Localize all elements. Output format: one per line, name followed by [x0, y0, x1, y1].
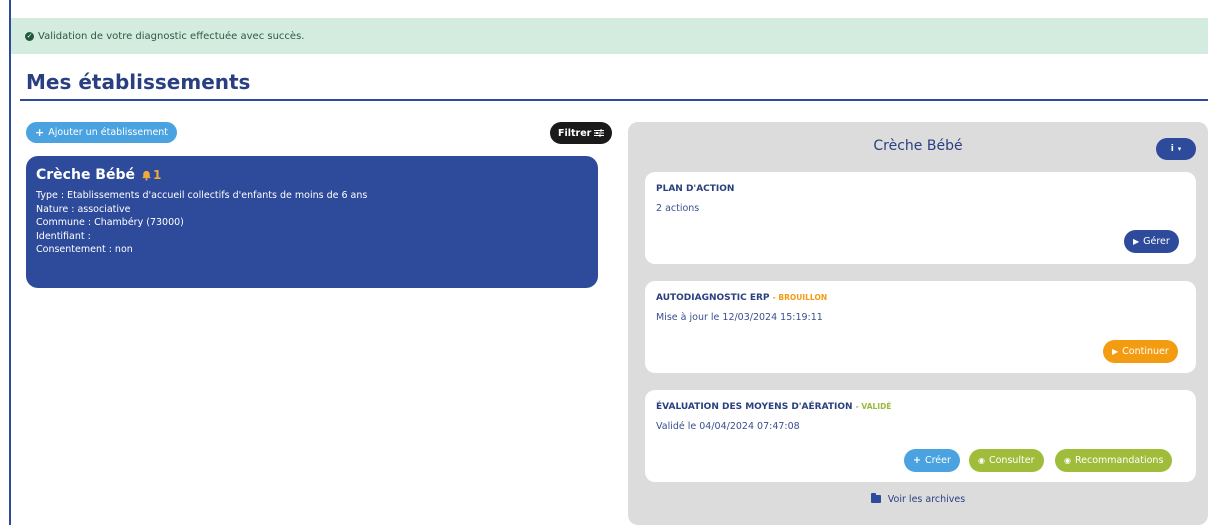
- establishment-details: Type : Etablissements d'accueil collecti…: [36, 189, 588, 257]
- detail-type: Type : Etablissements d'accueil collecti…: [36, 190, 368, 201]
- status-text: VALIDÉ: [861, 402, 892, 411]
- success-alert: ✓ Validation de votre diagnostic effectu…: [11, 18, 1208, 54]
- consult-label: Consulter: [988, 455, 1035, 466]
- recommendations-button[interactable]: ◉ Recommandations: [1055, 449, 1173, 472]
- continue-label: Continuer: [1122, 346, 1169, 357]
- play-icon: ▶: [1112, 347, 1119, 356]
- info-icon: i: [1170, 144, 1174, 154]
- status-badge: - BROUILLON: [772, 293, 828, 302]
- consult-button[interactable]: ◉ Consulter: [969, 449, 1044, 472]
- manage-label: Gérer: [1143, 236, 1170, 247]
- eye-icon: ◉: [1064, 456, 1071, 465]
- recommendations-label: Recommandations: [1074, 455, 1164, 466]
- title-divider: [20, 99, 1208, 101]
- detail-nature: Nature : associative: [36, 203, 131, 215]
- establishment-name: Crèche Bébé: [36, 167, 135, 183]
- create-label: Créer: [924, 455, 951, 466]
- manage-button[interactable]: ▶ Gérer: [1124, 230, 1179, 253]
- plus-icon: +: [35, 126, 45, 139]
- create-button[interactable]: + Créer: [904, 449, 960, 472]
- continue-button[interactable]: ▶ Continuer: [1103, 340, 1178, 363]
- play-icon: ▶: [1133, 237, 1140, 246]
- panel-title: Crèche Bébé: [873, 138, 963, 154]
- folder-icon: [870, 493, 881, 503]
- status-badge: - VALIDÉ: [855, 402, 892, 411]
- action-plan-card: PLAN D'ACTION 2 actions: [645, 172, 1196, 264]
- detail-consentement: Consentement : non: [36, 244, 133, 255]
- archives-label: Voir les archives: [887, 494, 966, 505]
- establishment-name-row: Crèche Bébé 1: [36, 167, 588, 183]
- bell-icon: [142, 170, 151, 180]
- filter-button[interactable]: Filtrer: [550, 122, 613, 144]
- add-establishment-label: Ajouter un établissement: [48, 127, 169, 138]
- caret-down-icon: ▾: [1177, 145, 1182, 153]
- left-edge-rule: [9, 0, 11, 525]
- card-text: 2 actions: [656, 203, 700, 214]
- card-title-text: AUTODIAGNOSTIC ERP: [656, 293, 770, 303]
- card-title: ÉVALUATION DES MOYENS D'AÉRATION - VALID…: [656, 402, 1185, 412]
- detail-commune: Commune : Chambéry (73000): [36, 217, 184, 228]
- sliders-icon: [594, 129, 605, 137]
- card-title-text: PLAN D'ACTION: [656, 184, 735, 194]
- plus-icon: +: [913, 455, 921, 466]
- alert-text: Validation de votre diagnostic effectuée…: [38, 30, 305, 42]
- detail-identifiant: Identifiant :: [36, 230, 91, 242]
- eye-icon: ◉: [978, 456, 985, 465]
- card-title-text: ÉVALUATION DES MOYENS D'AÉRATION: [656, 402, 853, 412]
- filter-label: Filtrer: [558, 127, 592, 139]
- page-title: Mes établissements: [26, 70, 251, 94]
- view-archives-link[interactable]: Voir les archives: [628, 493, 1208, 505]
- info-dropdown-button[interactable]: i ▾: [1156, 138, 1196, 160]
- add-establishment-button[interactable]: + Ajouter un établissement: [26, 122, 178, 143]
- card-text: Validé le 04/04/2024 07:47:08: [656, 421, 800, 432]
- card-text: Mise à jour le 12/03/2024 15:19:11: [656, 312, 823, 323]
- notification-count: 1: [153, 168, 162, 182]
- notification-badge[interactable]: 1: [141, 168, 161, 182]
- status-text: BROUILLON: [778, 293, 828, 302]
- card-title: PLAN D'ACTION: [656, 184, 1185, 194]
- check-circle-icon: ✓: [25, 31, 34, 41]
- card-title: AUTODIAGNOSTIC ERP - BROUILLON: [656, 293, 1185, 303]
- establishment-card[interactable]: Crèche Bébé 1 Type : Etablissements d'ac…: [26, 156, 598, 288]
